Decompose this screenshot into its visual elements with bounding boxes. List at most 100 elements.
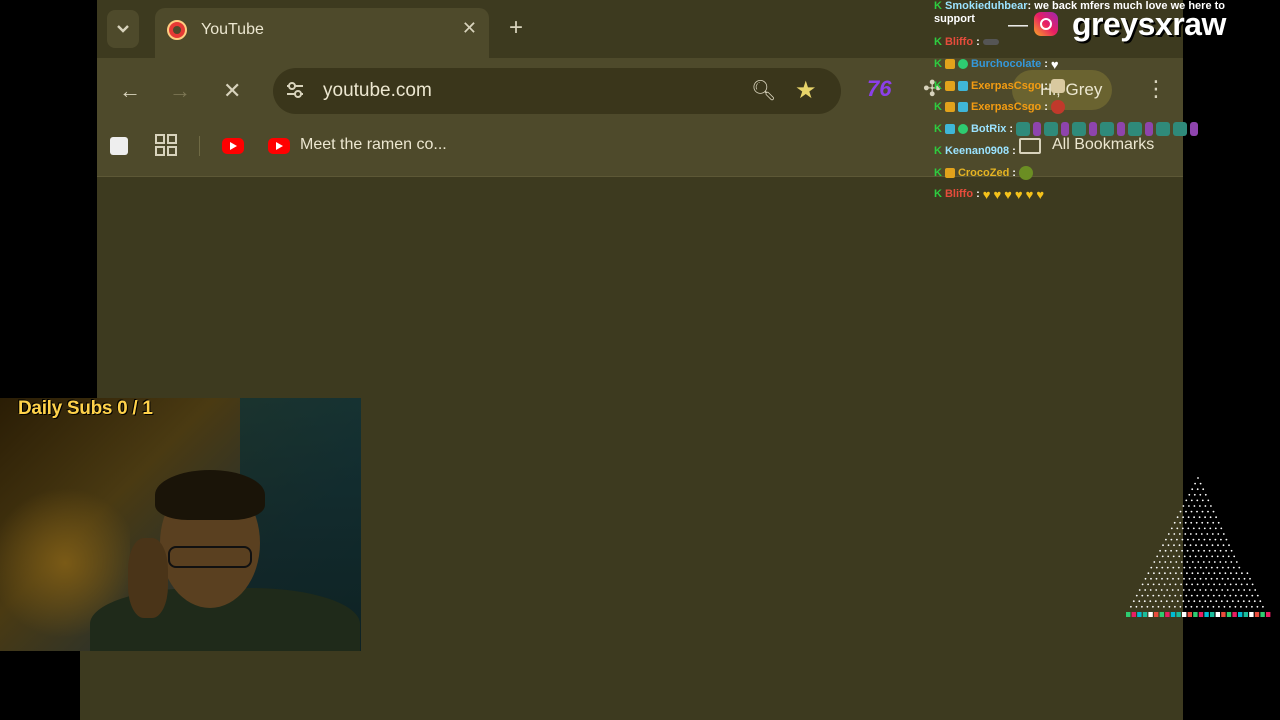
visualizer-dot bbox=[1189, 555, 1192, 558]
stop-icon[interactable]: ✕ bbox=[223, 78, 241, 104]
visualizer-dot bbox=[1224, 561, 1227, 563]
bookmark-item-ramen[interactable]: Meet the ramen co... bbox=[300, 136, 447, 154]
visualizer-dot bbox=[1211, 533, 1214, 535]
visualizer-dot bbox=[1238, 566, 1241, 569]
webcam-person-hair bbox=[155, 470, 265, 520]
visualizer-dot bbox=[1164, 561, 1167, 563]
visualizer-dot bbox=[1191, 583, 1193, 586]
visualizer-dot bbox=[1243, 589, 1246, 591]
crown-badge-icon bbox=[944, 102, 955, 112]
visualizer-dot bbox=[1195, 544, 1197, 547]
emote-icon bbox=[982, 39, 999, 45]
extension-icon[interactable]: 76 bbox=[867, 76, 891, 102]
yellow-heart-icon: ♥ bbox=[1025, 186, 1034, 202]
back-icon[interactable]: ← bbox=[119, 78, 141, 104]
visualizer-dot bbox=[1177, 577, 1180, 580]
zoom-icon[interactable]: 🔍︎ bbox=[751, 78, 776, 103]
visualizer-dot bbox=[1165, 538, 1167, 541]
visualizer-dot bbox=[1170, 549, 1172, 552]
forward-icon[interactable]: → bbox=[169, 78, 191, 104]
visualizer-dot bbox=[1230, 549, 1233, 552]
visualizer-dot bbox=[1208, 549, 1211, 552]
visualizer-bar-segment bbox=[1266, 612, 1271, 617]
visualizer-dot bbox=[1132, 600, 1135, 603]
apps-icon[interactable] bbox=[155, 134, 177, 156]
visualizer-dot bbox=[1227, 566, 1230, 569]
visualizer-dot bbox=[1211, 555, 1214, 558]
kick-badge-icon: K bbox=[934, 36, 942, 48]
visualizer-dot bbox=[1214, 527, 1217, 530]
visualizer-dot bbox=[1157, 594, 1160, 597]
visualizer-dot bbox=[1174, 594, 1177, 597]
visualizer-dot bbox=[1217, 544, 1219, 547]
kick-badge-icon: K bbox=[934, 101, 942, 113]
visualizer-dot bbox=[1221, 577, 1224, 580]
yellow-heart-icon: ♥ bbox=[982, 186, 991, 202]
close-icon[interactable]: ✕ bbox=[462, 18, 477, 39]
visualizer-dot bbox=[1208, 561, 1211, 563]
visualizer-dot bbox=[1209, 538, 1211, 541]
menu-icon[interactable]: ⋮ bbox=[1145, 76, 1167, 102]
visualizer-dot bbox=[1197, 572, 1199, 575]
visualizer-dot bbox=[1209, 527, 1212, 530]
kick-badge-icon: K bbox=[934, 0, 942, 12]
visualizer-dot bbox=[1189, 544, 1192, 547]
visualizer-dot bbox=[1192, 549, 1194, 552]
visualizer-dot bbox=[1213, 561, 1216, 563]
visualizer-dot bbox=[1138, 589, 1141, 591]
visualizer-dot bbox=[1225, 549, 1227, 552]
visualizer-dot bbox=[1208, 572, 1210, 575]
tab-youtube[interactable]: YouTube ✕ bbox=[155, 8, 489, 58]
bookmark-square-icon[interactable] bbox=[110, 137, 128, 155]
visualizer-dot bbox=[1187, 600, 1190, 603]
visualizer-bar-segment bbox=[1137, 612, 1142, 617]
star-icon[interactable]: ★ bbox=[795, 76, 817, 105]
visualizer-dot bbox=[1179, 510, 1182, 513]
visualizer-dot bbox=[1204, 493, 1207, 496]
new-tab-icon[interactable]: + bbox=[509, 14, 523, 42]
visualizer-dot bbox=[1196, 605, 1198, 608]
visualizer-dot bbox=[1161, 577, 1163, 580]
visualizer-dot bbox=[1223, 594, 1226, 597]
visualizer-dot bbox=[1184, 521, 1187, 524]
visualizer-dot bbox=[1210, 577, 1213, 580]
visualizer-bar-segment bbox=[1148, 612, 1153, 617]
chat-colon: : bbox=[1009, 123, 1014, 135]
visualizer-dot bbox=[1235, 572, 1238, 575]
visualizer-dot bbox=[1199, 493, 1202, 496]
visualizer-dot bbox=[1183, 577, 1185, 580]
visualizer-dot bbox=[1167, 533, 1170, 535]
visualizer-dot bbox=[1212, 521, 1215, 524]
site-settings-icon[interactable] bbox=[285, 80, 305, 100]
visualizer-dot bbox=[1234, 605, 1237, 608]
url-text[interactable]: youtube.com bbox=[323, 80, 432, 102]
visualizer-dot bbox=[1169, 561, 1172, 563]
visualizer-dot bbox=[1144, 577, 1147, 580]
visualizer-dot bbox=[1181, 538, 1184, 541]
visualizer-dot bbox=[1188, 493, 1191, 496]
visualizer-dot bbox=[1175, 572, 1177, 575]
visualizer-dot bbox=[1222, 544, 1225, 547]
visualizer-dot bbox=[1233, 555, 1236, 558]
visualizer-dot bbox=[1237, 600, 1240, 603]
visualizer-dot bbox=[1196, 488, 1199, 491]
visualizer-dot bbox=[1200, 544, 1203, 547]
visualizer-dot bbox=[1164, 572, 1166, 575]
visualizer-dot bbox=[1176, 538, 1178, 541]
visualizer-dot bbox=[1218, 605, 1220, 608]
youtube-icon[interactable] bbox=[222, 138, 244, 154]
visualizer-dot bbox=[1193, 516, 1195, 519]
visualizer-dot bbox=[1220, 538, 1222, 541]
chat-colon: : bbox=[1012, 145, 1016, 157]
visualizer-dot bbox=[1194, 577, 1196, 580]
visualizer-dot bbox=[1202, 488, 1205, 491]
visualizer-dot bbox=[1146, 605, 1149, 608]
visualizer-dot bbox=[1229, 605, 1231, 608]
tab-list-button[interactable] bbox=[107, 10, 139, 48]
address-bar[interactable]: youtube.com 🔍︎ ★ bbox=[273, 68, 841, 114]
visualizer-dot bbox=[1175, 549, 1178, 552]
visualizer-dot bbox=[1186, 572, 1188, 575]
visualizer-dot bbox=[1187, 516, 1190, 519]
visualizer-dot bbox=[1207, 594, 1210, 597]
visualizer-dot bbox=[1197, 549, 1200, 552]
